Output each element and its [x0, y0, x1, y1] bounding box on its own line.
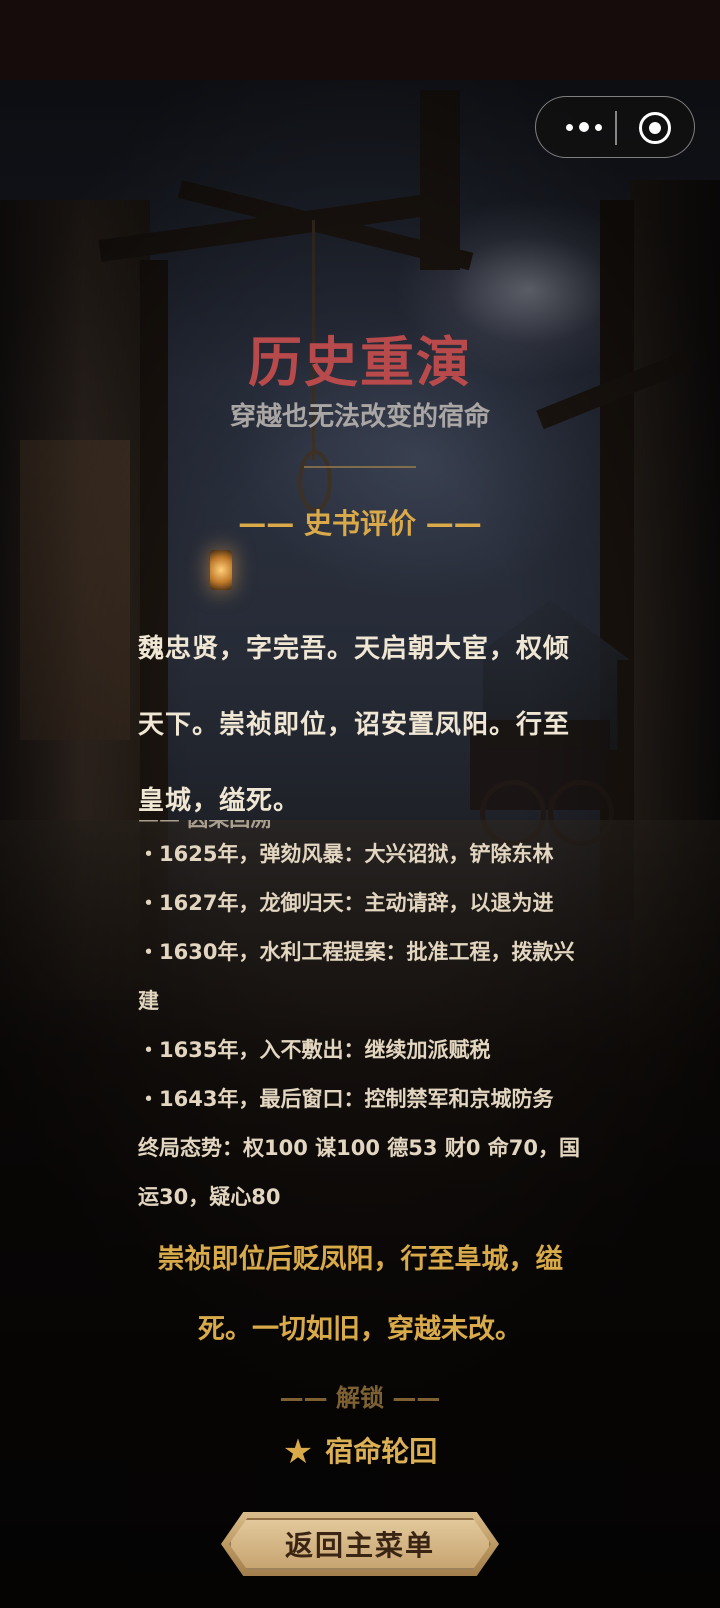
achievement-name: 宿命轮回	[325, 1435, 438, 1468]
more-dots-icon[interactable]	[556, 97, 612, 157]
final-state-summary: 终局态势：权100 谋100 德53 财0 命70，国运30，疑心80	[138, 1136, 580, 1209]
return-main-menu-button[interactable]: 返回主菜单	[221, 1512, 499, 1576]
timeline-event: ・1635年，入不敷出：继续加派赋税	[138, 1038, 491, 1062]
return-main-menu-label: 返回主菜单	[284, 1529, 435, 1562]
star-icon: ★	[282, 1432, 314, 1472]
timeline-event: ・1625年，弹劾风暴：大兴诏狱，铲除东林	[138, 842, 554, 866]
section-heading-history: —— 史书评价 ——	[238, 507, 482, 540]
title-divider	[304, 466, 416, 468]
timeline-event: ・1643年，最后窗口：控制禁军和京城防务	[138, 1087, 554, 1111]
target-circle-icon[interactable]	[639, 112, 671, 144]
timeline-event: ・1627年，龙御归天：主动请辞，以退为进	[138, 891, 554, 915]
ending-text: 崇祯即位后贬凤阳，行至阜城，缢死。一切如旧，穿越未改。	[157, 1244, 563, 1345]
unlock-heading: —— 解锁 ——	[279, 1384, 441, 1412]
timeline-scroll-area[interactable]: —— 因果回溯 ・1625年，弹劾风暴：大兴诏狱，铲除东林 ・1627年，龙御归…	[138, 820, 588, 1220]
timeline-event: ・1630年，水利工程提案：批准工程，拨款兴建	[138, 940, 575, 1013]
mini-program-capsule	[535, 96, 695, 158]
timeline-heading: —— 因果回溯	[138, 820, 588, 830]
page-subtitle: 穿越也无法改变的宿命	[229, 402, 490, 432]
capsule-divider	[615, 111, 617, 145]
status-bar	[0, 0, 720, 80]
page-title: 历史重演	[248, 331, 472, 394]
achievement-unlocked: ★ 宿命轮回	[0, 1430, 720, 1472]
history-verdict-text: 魏忠贤，字完吾。天启朝大宦，权倾天下。崇祯即位，诏安置凤阳。行至皇城，缢死。	[138, 634, 571, 815]
